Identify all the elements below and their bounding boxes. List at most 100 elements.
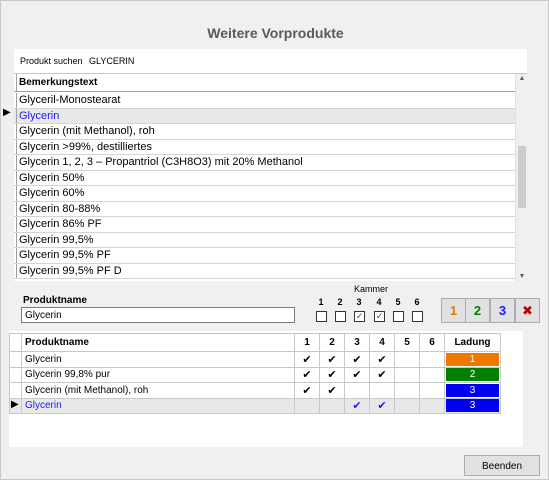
- kammer-check-cell[interactable]: [394, 382, 420, 399]
- delete-button[interactable]: ✖: [515, 298, 540, 323]
- kammer-check-cell[interactable]: [294, 397, 320, 414]
- kammer-check-cell[interactable]: ✔: [369, 351, 395, 368]
- list-item-label: Glycerin 99,5% PF: [19, 249, 111, 261]
- kammer-number-4: 4: [376, 297, 382, 307]
- column-header-4[interactable]: 4: [369, 333, 395, 352]
- kammer-checkbox-3[interactable]: ✓: [354, 311, 365, 322]
- kammer-check-cell[interactable]: ✔: [344, 397, 370, 414]
- ladung-button-2[interactable]: 2: [465, 298, 490, 323]
- kammer-check-cell[interactable]: [394, 351, 420, 368]
- kammer-check-cell[interactable]: [419, 382, 445, 399]
- table-row[interactable]: Glycerin (mit Methanol), roh ✔ ✔ 3: [9, 382, 501, 399]
- dialog-title: Weitere Vorprodukte: [207, 25, 344, 41]
- row-header[interactable]: [14, 93, 17, 108]
- kammer-check-cell[interactable]: [369, 382, 395, 399]
- vertical-scrollbar[interactable]: ▲ ▼: [515, 74, 527, 281]
- column-header-produktname[interactable]: Produktname: [21, 333, 295, 352]
- kammer-check-cell[interactable]: [394, 397, 420, 414]
- kammer-checkbox-1[interactable]: [316, 311, 327, 322]
- product-name-cell[interactable]: Glycerin (mit Methanol), roh: [21, 382, 295, 399]
- column-header-3[interactable]: 3: [344, 333, 370, 352]
- column-header-bemerkungstext[interactable]: Bemerkungstext: [19, 77, 97, 88]
- kammer-check-cell[interactable]: [394, 366, 420, 383]
- row-header[interactable]: [14, 248, 17, 263]
- ladung-cell[interactable]: 3: [444, 382, 501, 399]
- list-item-label: Glycerin (mit Methanol), roh: [19, 125, 155, 137]
- row-header[interactable]: [14, 263, 17, 278]
- product-name-cell[interactable]: Glycerin: [21, 351, 295, 368]
- grid-header-row: Produktname 1 2 3 4 5 6 Ladung: [9, 333, 501, 352]
- column-header-ladung[interactable]: Ladung: [444, 333, 501, 352]
- kammer-check-cell[interactable]: [419, 397, 445, 414]
- kammer-check-cell[interactable]: ✔: [369, 397, 395, 414]
- row-header[interactable]: [14, 217, 17, 232]
- kammer-check-cell[interactable]: ✔: [294, 366, 320, 383]
- ladung-cell[interactable]: 3: [444, 397, 501, 414]
- row-header[interactable]: [14, 186, 17, 201]
- ladung-cell[interactable]: 2: [444, 366, 501, 383]
- search-input[interactable]: [86, 53, 206, 69]
- beenden-button[interactable]: Beenden: [464, 455, 540, 476]
- list-item[interactable]: Glycerin 99,5% PF D: [14, 263, 515, 279]
- column-header-6[interactable]: 6: [419, 333, 445, 352]
- kammer-check-cell[interactable]: ✔: [369, 366, 395, 383]
- row-header[interactable]: [14, 170, 17, 185]
- list-item[interactable]: Glycerin 86% PF: [14, 217, 515, 233]
- list-item[interactable]: Glyceril-Monostearat: [14, 93, 515, 109]
- ladung-badge: 3: [446, 399, 499, 413]
- column-header-2[interactable]: 2: [319, 333, 345, 352]
- kammer-check-cell[interactable]: ✔: [344, 366, 370, 383]
- kammer-check-cell[interactable]: ✔: [294, 351, 320, 368]
- kammer-checkbox-2[interactable]: [335, 311, 346, 322]
- kammer-label: Kammer: [354, 284, 389, 294]
- list-item[interactable]: Glycerin 1, 2, 3 – Propantriol (C3H8O3) …: [14, 155, 515, 171]
- kammer-check-cell[interactable]: ✔: [344, 351, 370, 368]
- column-header-5[interactable]: 5: [394, 333, 420, 352]
- list-item[interactable]: Glycerin (mit Methanol), roh: [14, 124, 515, 140]
- ladung-cell[interactable]: 1: [444, 351, 501, 368]
- product-name-cell[interactable]: Glycerin 99,8% pur: [21, 366, 295, 383]
- list-item-label: Glycerin 60%: [19, 187, 85, 199]
- list-item[interactable]: Glycerin 99,5% PF: [14, 248, 515, 264]
- current-row-marker-icon: ▶: [3, 107, 11, 118]
- kammer-checkbox-4[interactable]: ✓: [374, 311, 385, 322]
- scroll-up-icon[interactable]: ▲: [518, 75, 526, 83]
- column-header-1[interactable]: 1: [294, 333, 320, 352]
- row-header[interactable]: [9, 366, 22, 383]
- ladung-button-3[interactable]: 3: [490, 298, 515, 323]
- row-header[interactable]: [14, 201, 17, 216]
- kammer-check-cell[interactable]: [344, 382, 370, 399]
- list-item[interactable]: Glycerin >99%, destilliertes: [14, 139, 515, 155]
- product-name-cell[interactable]: Glycerin: [21, 397, 295, 414]
- kammer-check-cell[interactable]: ✔: [319, 351, 345, 368]
- ladung-button-1[interactable]: 1: [441, 298, 466, 323]
- table-row[interactable]: Glycerin ✔ ✔ ✔ ✔ 1: [9, 351, 501, 368]
- scroll-down-icon[interactable]: ▼: [518, 273, 526, 281]
- list-item[interactable]: Glycerin: [14, 108, 515, 124]
- table-row[interactable]: Glycerin ✔ ✔ 3: [9, 397, 501, 414]
- row-header[interactable]: [9, 351, 22, 368]
- search-panel: Produkt suchen Bemerkungstext Glyceril-M…: [14, 49, 527, 281]
- list-item[interactable]: Glycerin 80-88%: [14, 201, 515, 217]
- table-row[interactable]: Glycerin 99,8% pur ✔ ✔ ✔ ✔ 2: [9, 366, 501, 383]
- list-item[interactable]: Glycerin 99,5%: [14, 232, 515, 248]
- kammer-checkbox-5[interactable]: [393, 311, 404, 322]
- kammer-check-cell[interactable]: [419, 351, 445, 368]
- list-item[interactable]: Glycerin 60%: [14, 186, 515, 202]
- kammer-check-cell[interactable]: ✔: [319, 366, 345, 383]
- zuordnung-panel: Produktname 1 2 3 4 5 6 Ladung Glycerin ✔ ✔ ✔ ✔ 1 Gly…: [9, 331, 523, 447]
- kammer-check-cell[interactable]: ✔: [294, 382, 320, 399]
- kammer-check-cell[interactable]: [319, 397, 345, 414]
- row-header[interactable]: [14, 139, 17, 154]
- row-header[interactable]: [9, 382, 22, 399]
- row-header[interactable]: [14, 108, 17, 123]
- produktname-input[interactable]: [21, 307, 295, 323]
- kammer-check-cell[interactable]: ✔: [319, 382, 345, 399]
- list-item[interactable]: Glycerin 50%: [14, 170, 515, 186]
- row-header[interactable]: [14, 232, 17, 247]
- row-header[interactable]: [14, 124, 17, 139]
- row-header[interactable]: [14, 155, 17, 170]
- scroll-thumb[interactable]: [518, 146, 526, 208]
- kammer-checkbox-6[interactable]: [412, 311, 423, 322]
- kammer-check-cell[interactable]: [419, 366, 445, 383]
